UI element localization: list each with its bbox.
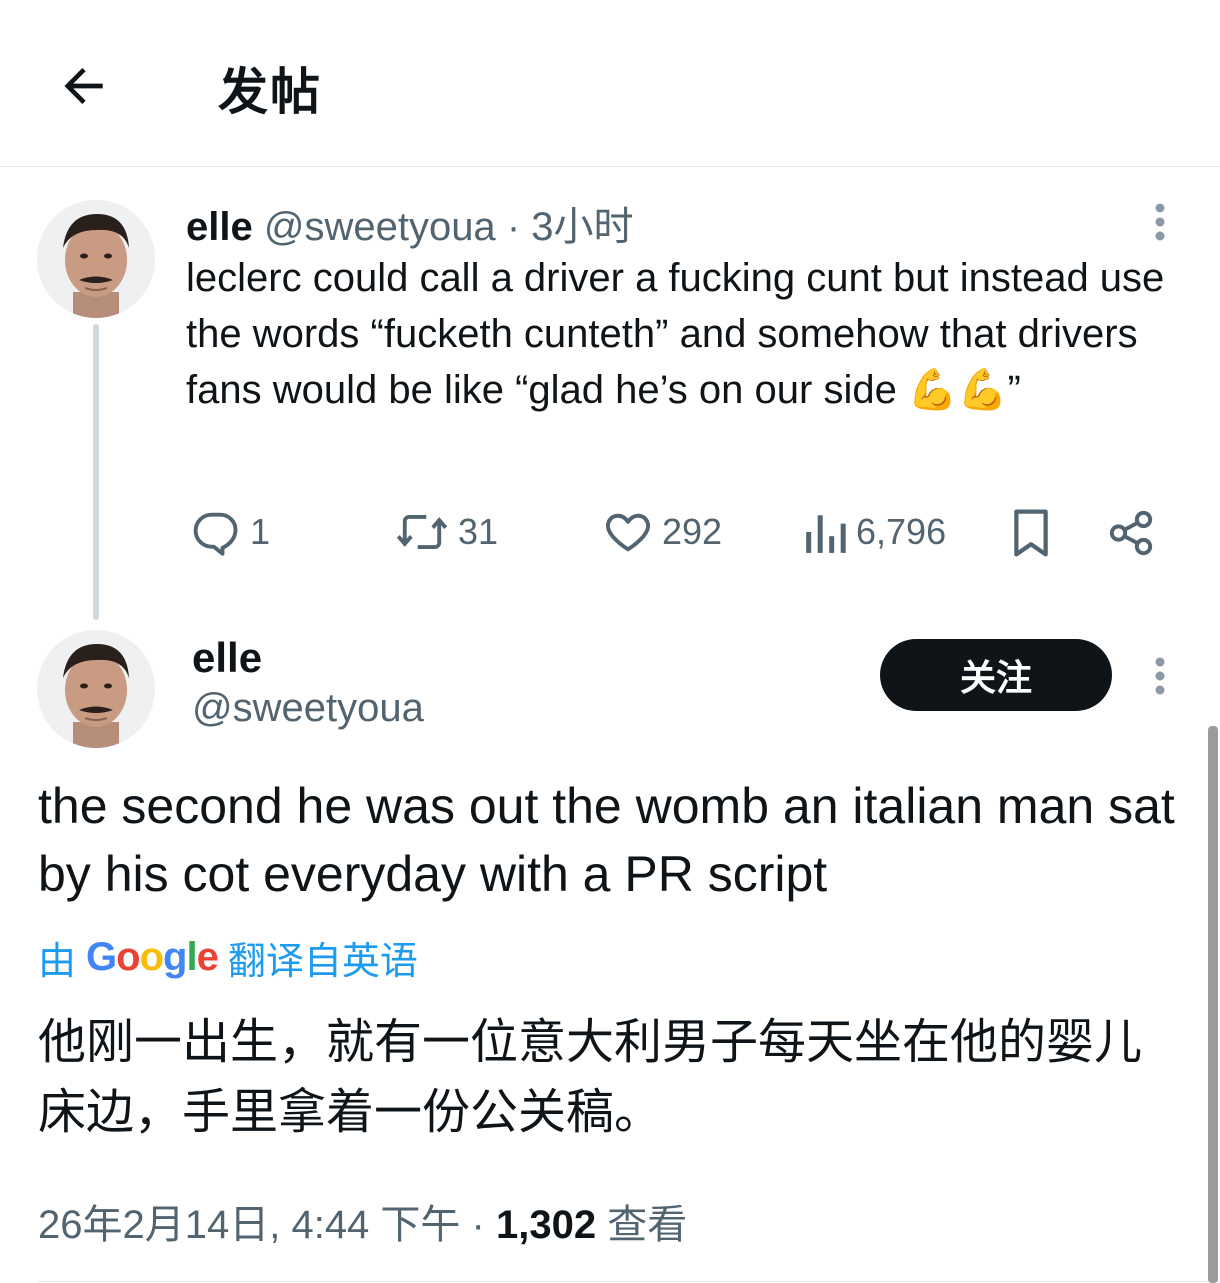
more-icon — [1155, 203, 1165, 241]
divider — [38, 1281, 1220, 1282]
share-icon — [1109, 510, 1153, 556]
more-button[interactable] — [1140, 646, 1180, 706]
like-icon — [606, 513, 650, 552]
reply-count: 1 — [250, 511, 271, 552]
page-title: 发帖 — [218, 64, 322, 120]
google-logo: Google — [86, 935, 219, 979]
avatar[interactable] — [37, 200, 155, 318]
display-name[interactable]: elle — [186, 205, 253, 249]
separator: · — [506, 205, 521, 249]
bookmark-button[interactable] — [1006, 506, 1056, 560]
more-button[interactable] — [1140, 192, 1180, 252]
views-count: 6,796 — [856, 511, 947, 552]
views-icon — [806, 515, 846, 553]
repost-icon — [396, 514, 448, 550]
views-label: 查看 — [607, 1203, 688, 1247]
handle[interactable]: @sweetyoua — [264, 205, 496, 249]
back-arrow-icon — [64, 68, 103, 104]
more-icon — [1155, 657, 1165, 695]
translation-suffix: 翻译自英语 — [227, 941, 418, 983]
display-name[interactable]: elle — [192, 634, 262, 682]
reply-button[interactable]: 1 — [190, 506, 270, 558]
back-button[interactable] — [48, 50, 120, 122]
avatar[interactable] — [37, 630, 155, 748]
tweet-text: the second he was out the womb an italia… — [38, 778, 1175, 902]
separator: · — [471, 1203, 485, 1247]
post-timestamp[interactable]: 26年2月14日, 4:44 下午 — [38, 1203, 460, 1247]
tweet-header: elle @sweetyoua · 3小时 — [186, 194, 634, 252]
top-bar — [0, 0, 1220, 167]
bookmark-icon — [1014, 509, 1048, 557]
timestamp[interactable]: 3小时 — [531, 205, 633, 249]
tweet-text: leclerc could call a driver a fucking cu… — [186, 256, 1165, 412]
translation-prefix: 由 — [38, 941, 77, 983]
repost-button[interactable]: 31 — [394, 506, 498, 558]
views-button[interactable]: 6,796 — [802, 506, 946, 558]
repost-count: 31 — [458, 511, 499, 552]
translated-text: 他刚一出生，就有一位意大利男子每天坐在他的婴儿床边，手里拿着一份公关稿。 — [38, 1016, 1143, 1139]
tweet-meta: 26年2月14日, 4:44 下午 · 1,302 查看 — [38, 1192, 687, 1250]
handle[interactable]: @sweetyoua — [192, 686, 424, 731]
share-button[interactable] — [1106, 506, 1156, 560]
avatar-photo — [37, 630, 155, 748]
translation-attribution[interactable]: 由 Google 翻译自英语 — [38, 930, 418, 985]
thread-line — [93, 324, 99, 620]
scrollbar[interactable] — [1208, 726, 1218, 1283]
like-count: 292 — [662, 511, 723, 552]
views-count: 1,302 — [496, 1203, 597, 1247]
like-button[interactable]: 292 — [602, 506, 722, 558]
avatar-photo — [37, 200, 155, 318]
follow-button[interactable]: 关注 — [880, 639, 1112, 711]
reply-icon — [193, 512, 238, 556]
